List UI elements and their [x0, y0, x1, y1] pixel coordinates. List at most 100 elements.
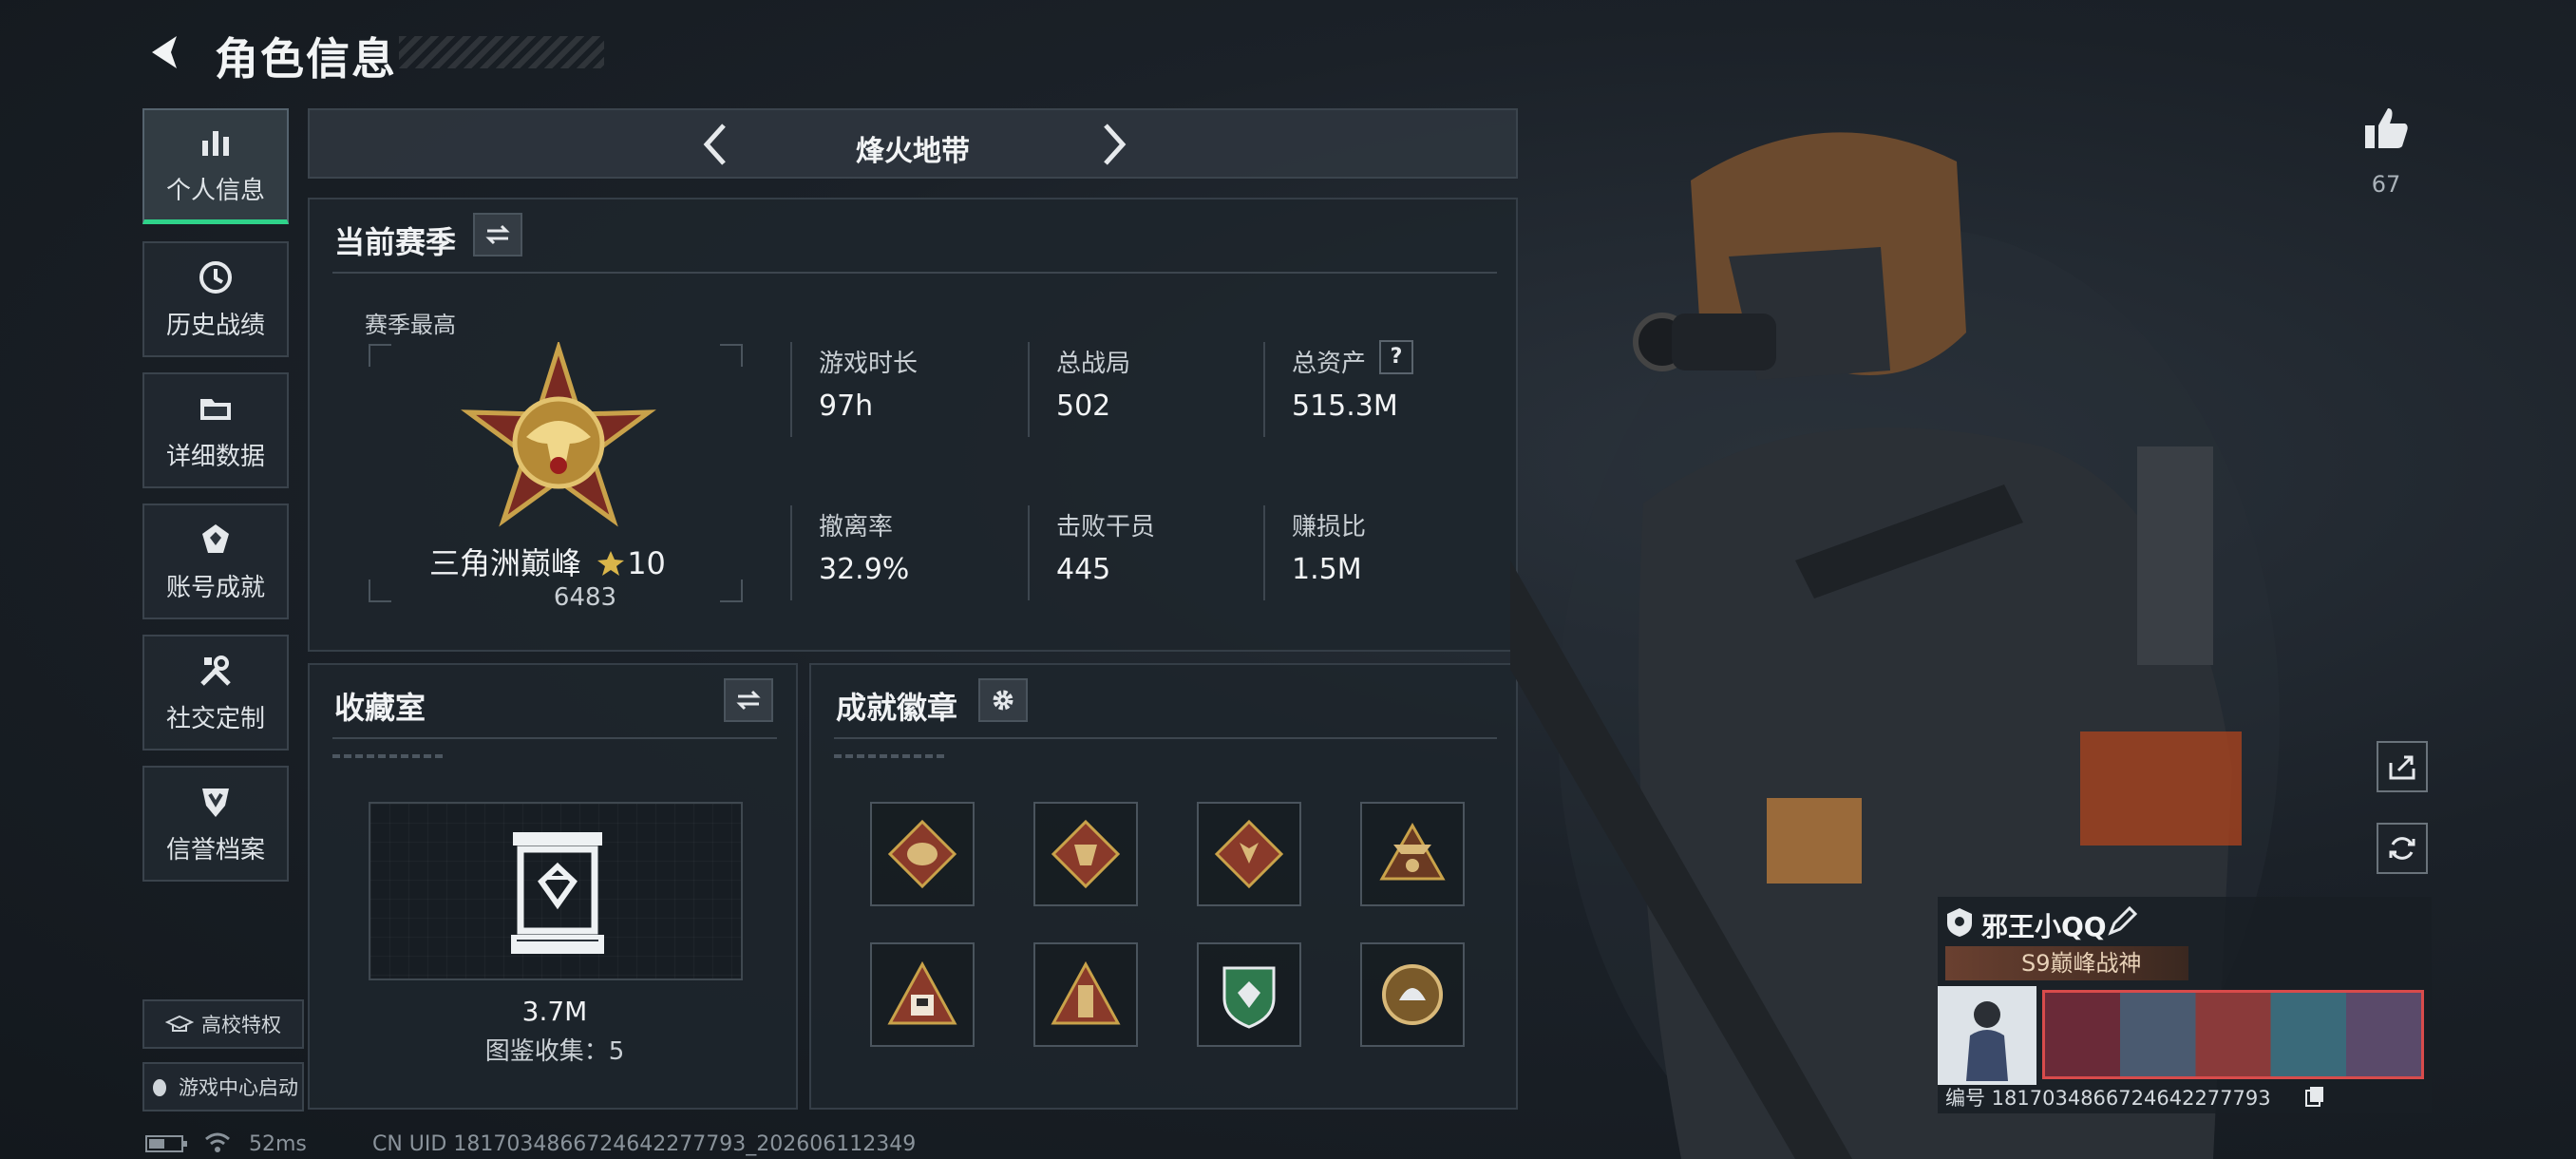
stat-label: 撤离率: [819, 513, 894, 542]
stat-label: 游戏时长: [819, 350, 919, 378]
sidebar-item-credit-file[interactable]: 信誉档案: [142, 766, 289, 882]
vault-cabinet-icon: [511, 832, 604, 954]
player-card: 邪王小QQ S9巅峰战神 编号 1817034866724642277793: [1938, 897, 2432, 1113]
rotate-button[interactable]: [2377, 823, 2428, 874]
achievement-badge[interactable]: [1360, 942, 1465, 1047]
back-arrow-icon: [152, 36, 177, 68]
collection-panel: 收藏室 3.7M 图鉴收集：5: [308, 663, 798, 1110]
rank-stars: 10: [627, 545, 666, 581]
achievement-badge[interactable]: [1033, 942, 1138, 1047]
achievement-badge[interactable]: [1360, 802, 1465, 906]
player-title-tag: S9巅峰战神: [1945, 946, 2188, 980]
sidebar-item-label: 社交定制: [165, 704, 265, 733]
coin-badge-icon: [1382, 964, 1443, 1025]
rank-emblem-icon: [461, 342, 656, 527]
stat-value: 515.3M: [1292, 390, 1398, 423]
divider: [332, 272, 1497, 274]
divider: [1028, 342, 1030, 437]
sidebar-item-history[interactable]: 历史战绩: [142, 241, 289, 357]
stat-label: 赚损比: [1292, 513, 1367, 542]
sidebar-item-achievements[interactable]: 账号成就: [142, 504, 289, 619]
edit-name-button[interactable]: [2105, 904, 2139, 939]
sidebar-item-label: 个人信息: [165, 177, 265, 205]
dragon-badge-icon: [1051, 819, 1121, 889]
thumbs-up-icon: [2365, 108, 2408, 148]
campus-privilege-button[interactable]: 高校特权: [142, 999, 304, 1049]
achievement-badge[interactable]: [1197, 802, 1301, 906]
stat-value: 445: [1056, 553, 1111, 586]
sidebar-item-label: 历史战绩: [165, 311, 265, 340]
divider: [1028, 505, 1030, 600]
player-avatar[interactable]: [1938, 986, 2036, 1085]
pencil-icon: [2108, 905, 2138, 936]
divider: [790, 342, 792, 437]
tower-badge-icon: [1051, 960, 1121, 1025]
wifi-icon: [205, 1132, 230, 1152]
divider: [332, 737, 777, 739]
stat-label: 总资产: [1292, 350, 1367, 378]
collection-title: 收藏室: [334, 690, 426, 726]
collection-showcase[interactable]: [369, 802, 743, 980]
mode-title: 烽火地带: [856, 135, 970, 168]
stat-value: 97h: [819, 390, 874, 423]
achievement-badge[interactable]: [870, 802, 975, 906]
battery-icon: [145, 1135, 187, 1152]
season-title: 当前赛季: [334, 224, 457, 260]
frame-corner: [369, 344, 391, 367]
achievement-badge[interactable]: [1033, 802, 1138, 906]
stat-value: 1.5M: [1292, 553, 1362, 586]
assets-help-button[interactable]: ?: [1379, 340, 1413, 374]
history-clock-icon: [199, 260, 232, 294]
share-icon: [2389, 755, 2415, 780]
player-id: 编号 1817034866724642277793: [1945, 1087, 2271, 1110]
campus-privilege-label: 高校特权: [201, 1014, 281, 1036]
sidebar-item-social-custom[interactable]: 社交定制: [142, 635, 289, 750]
ping-text: 52ms: [249, 1132, 307, 1156]
sidebar-item-label: 详细数据: [165, 442, 265, 471]
page-title: 角色信息: [215, 33, 397, 85]
season-switch-button[interactable]: [473, 213, 522, 256]
stat-label: 击败干员: [1056, 513, 1156, 542]
swap-icon: [736, 690, 761, 711]
sidebar-item-label: 账号成就: [165, 573, 265, 602]
stat-value: 502: [1056, 390, 1111, 423]
share-button[interactable]: [2377, 741, 2428, 792]
back-button[interactable]: [142, 28, 190, 76]
like-button[interactable]: [2359, 103, 2413, 156]
achievement-icon: [202, 523, 229, 553]
divider: [1263, 505, 1265, 600]
mode-selector: 烽火地带: [308, 108, 1518, 179]
avatar: [1938, 986, 2036, 1085]
season-best-label: 赛季最高: [365, 312, 456, 338]
swap-icon: [485, 224, 510, 245]
achievement-badge[interactable]: [1197, 942, 1301, 1047]
sidebar-item-personal-info[interactable]: 个人信息: [142, 108, 289, 224]
bar-chart-icon: [202, 131, 229, 156]
star-icon: [597, 551, 625, 576]
decor-line: [834, 754, 948, 758]
sidebar-item-detailed-data[interactable]: 详细数据: [142, 372, 289, 488]
divider: [1263, 342, 1265, 437]
collection-switch-button[interactable]: [724, 678, 773, 722]
dragon-badge-icon: [887, 819, 957, 889]
stat-value: 32.9%: [819, 553, 910, 586]
badges-settings-button[interactable]: [978, 678, 1028, 722]
copy-id-button[interactable]: [2304, 1085, 2325, 1108]
game-center-button[interactable]: 游戏中心启动: [142, 1062, 304, 1112]
uid-text: CN UID 1817034866724642277793_2026061123…: [372, 1132, 917, 1156]
badges-title: 成就徽章: [836, 690, 958, 726]
campus-cap-icon: [165, 1015, 194, 1032]
badges-panel: 成就徽章: [809, 663, 1518, 1110]
next-mode-button[interactable]: [1087, 118, 1140, 171]
rank-score: 6483: [553, 583, 617, 612]
copy-icon: [2305, 1087, 2323, 1107]
sidebar-item-label: 信誉档案: [165, 835, 265, 864]
tools-icon: [200, 655, 231, 686]
gear-icon: [993, 690, 1013, 711]
player-banner[interactable]: [2042, 990, 2424, 1079]
achievement-badge[interactable]: [870, 942, 975, 1047]
folder-icon: [200, 398, 231, 420]
player-name: 邪王小QQ: [1981, 911, 2107, 942]
stat-label: 总战局: [1056, 350, 1131, 378]
frame-corner: [720, 344, 743, 367]
